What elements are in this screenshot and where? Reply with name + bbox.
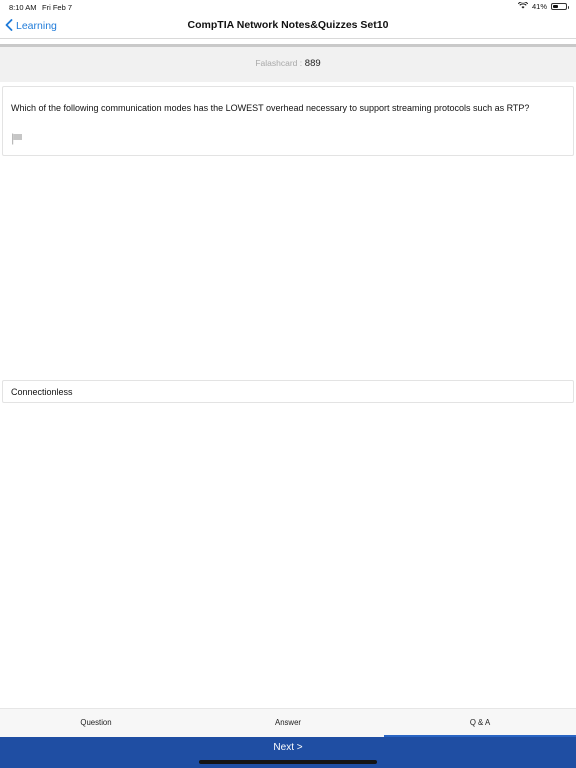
tab-question[interactable]: Question [0, 709, 192, 737]
flag-icon[interactable] [11, 132, 23, 145]
flashcard-counter: Falashcard : 889 [0, 58, 576, 69]
battery-fill [553, 5, 558, 8]
question-text: Which of the following communication mod… [11, 103, 530, 113]
next-bar: Next > [0, 737, 576, 768]
tab-bar: Question Answer Q & A [0, 708, 576, 737]
status-date: Fri Feb 7 [42, 3, 73, 12]
counter-value: 889 [304, 58, 321, 69]
status-bar: 8:10 AM Fri Feb 7 41% [0, 0, 576, 14]
tab-q-and-a[interactable]: Q & A [384, 709, 576, 737]
status-indicators: 41% [517, 1, 569, 11]
wifi-icon [517, 1, 529, 11]
answer-text: Connectionless [11, 387, 73, 397]
counter-label: Falashcard : [255, 58, 303, 68]
navigation-bar: Learning CompTIA Network Notes&Quizzes S… [0, 14, 576, 39]
next-button[interactable]: Next > [0, 742, 576, 753]
question-card: Which of the following communication mod… [2, 86, 574, 156]
page-title: CompTIA Network Notes&Quizzes Set10 [187, 19, 389, 31]
flashcard-counter-bar: Falashcard : 889 [0, 44, 576, 82]
battery-tip [567, 6, 569, 9]
tab-answer[interactable]: Answer [192, 709, 384, 737]
battery-percent: 41% [531, 2, 547, 11]
status-time: 8:10 AM [9, 3, 37, 12]
battery-icon [551, 3, 569, 10]
home-indicator [199, 760, 377, 764]
answer-card: Connectionless [2, 380, 574, 403]
